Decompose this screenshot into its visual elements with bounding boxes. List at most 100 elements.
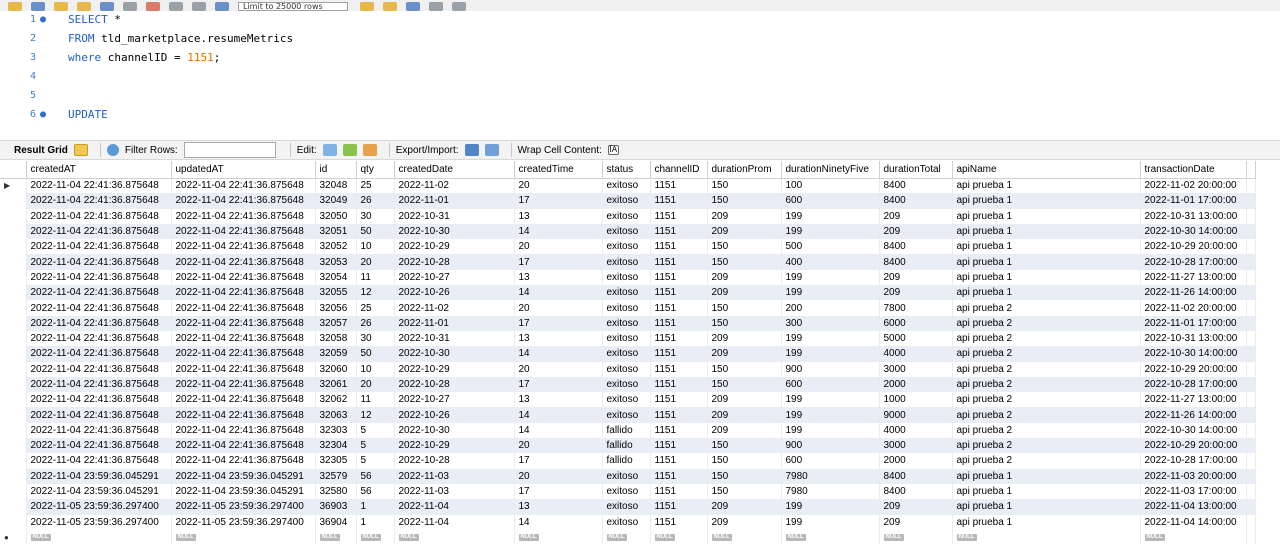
cell-apiName[interactable]: api prueba 1 <box>952 223 1141 240</box>
cell-createdDate[interactable]: 2022-11-03 <box>394 483 515 500</box>
wrap-lines-icon[interactable] <box>452 2 466 11</box>
row-selector[interactable] <box>0 453 27 469</box>
cell-durationProm[interactable]: 150 <box>707 361 782 377</box>
cell-createdAT[interactable]: 2022-11-04 22:41:36.875648 <box>26 193 172 209</box>
cell-qty[interactable]: 50 <box>356 223 395 240</box>
cell-transactionDate[interactable]: 2022-11-01 17:00:00 <box>1140 315 1247 331</box>
cell-id[interactable]: 32303 <box>315 422 357 439</box>
cell-createdTime[interactable]: 20 <box>514 438 603 454</box>
cell-transactionDate[interactable]: NULL <box>1140 529 1247 546</box>
cell-qty[interactable]: 20 <box>356 376 395 393</box>
cell-id[interactable]: 32062 <box>315 392 357 408</box>
cell-createdAT[interactable]: 2022-11-04 22:41:36.875648 <box>26 285 172 301</box>
cell-id[interactable]: 32579 <box>315 468 357 484</box>
table-row[interactable]: 2022-11-05 23:59:36.297400 2022-11-05 23:… <box>0 514 1256 530</box>
beautify-icon[interactable] <box>360 2 374 11</box>
cell-durationTotal[interactable]: 1000 <box>879 392 953 408</box>
filter-rows-input[interactable] <box>183 142 276 158</box>
cell-apiName[interactable]: api prueba 1 <box>952 269 1141 286</box>
column-header-durationNinetyFive[interactable]: durationNinetyFive <box>781 161 880 179</box>
cell-durationNinetyFive[interactable]: 600 <box>781 376 880 393</box>
cell-durationTotal[interactable]: 8400 <box>879 483 953 500</box>
cell-durationProm[interactable]: 209 <box>707 422 782 439</box>
column-header-channelID[interactable]: channelID <box>650 161 708 179</box>
cell-id[interactable]: 32056 <box>315 300 357 316</box>
cell-createdAT[interactable]: 2022-11-04 22:41:36.875648 <box>26 361 172 377</box>
cell-createdTime[interactable]: 14 <box>514 422 603 439</box>
cell-createdDate[interactable]: 2022-10-31 <box>394 330 515 347</box>
cell-createdTime[interactable]: 14 <box>514 407 603 423</box>
cell-createdAT[interactable]: 2022-11-04 22:41:36.875648 <box>26 315 172 331</box>
cell-apiName[interactable]: api prueba 2 <box>952 346 1141 362</box>
cell-createdTime[interactable]: 20 <box>514 361 603 377</box>
cell-durationNinetyFive[interactable]: 199 <box>781 422 880 439</box>
cell-transactionDate[interactable]: 2022-11-02 20:00:00 <box>1140 178 1247 194</box>
row-selector[interactable] <box>0 300 27 316</box>
cell-createdTime[interactable]: NULL <box>514 529 603 546</box>
cell-channelID[interactable]: 1151 <box>650 514 708 530</box>
cell-durationTotal[interactable]: 209 <box>879 514 953 530</box>
code-line[interactable]: 5 <box>0 86 1280 105</box>
cell-apiName[interactable]: api prueba 2 <box>952 330 1141 347</box>
cell-status[interactable]: exitoso <box>602 285 651 301</box>
cell-transactionDate[interactable]: 2022-11-03 20:00:00 <box>1140 468 1247 484</box>
sql-editor[interactable]: 1 ● SELECT * 2 FROM tld_marketplace.resumeMe… <box>0 11 1280 121</box>
cell-durationNinetyFive[interactable]: 7980 <box>781 468 880 484</box>
cell-updatedAT[interactable]: 2022-11-04 22:41:36.875648 <box>171 193 316 209</box>
cell-createdAT[interactable]: 2022-11-04 22:41:36.875648 <box>26 407 172 423</box>
cell-updatedAT[interactable]: 2022-11-05 23:59:36.297400 <box>171 514 316 530</box>
cell-transactionDate[interactable]: 2022-11-27 13:00:00 <box>1140 269 1247 286</box>
cell-apiName[interactable]: api prueba 2 <box>952 315 1141 331</box>
code-line[interactable]: 4 <box>0 67 1280 86</box>
cell-createdAT[interactable]: 2022-11-04 22:41:36.875648 <box>26 300 172 316</box>
table-row[interactable]: 2022-11-04 22:41:36.875648 2022-11-04 22:… <box>0 208 1256 224</box>
row-selector[interactable] <box>0 285 27 301</box>
cell-status[interactable]: exitoso <box>602 514 651 530</box>
cell-qty[interactable]: 26 <box>356 315 395 331</box>
cell-updatedAT[interactable]: 2022-11-04 22:41:36.875648 <box>171 453 316 469</box>
cell-channelID[interactable]: 1151 <box>650 361 708 377</box>
cell-updatedAT[interactable]: 2022-11-04 22:41:36.875648 <box>171 315 316 331</box>
edit-row-icon[interactable] <box>322 144 337 156</box>
cell-channelID[interactable]: 1151 <box>650 285 708 301</box>
cell-durationProm[interactable]: 150 <box>707 178 782 194</box>
cell-createdDate[interactable]: 2022-10-29 <box>394 239 515 255</box>
cell-status[interactable]: exitoso <box>602 254 651 270</box>
cell-apiName[interactable]: api prueba 2 <box>952 300 1141 316</box>
column-header-id[interactable]: id <box>315 161 357 179</box>
row-selector[interactable] <box>0 208 27 224</box>
stop-icon[interactable] <box>123 2 137 11</box>
cell-createdDate[interactable]: 2022-10-31 <box>394 208 515 224</box>
cell-channelID[interactable]: 1151 <box>650 315 708 331</box>
cell-qty[interactable]: 11 <box>356 392 395 408</box>
cell-durationProm[interactable]: 209 <box>707 285 782 301</box>
cell-transactionDate[interactable]: 2022-10-30 14:00:00 <box>1140 422 1247 439</box>
table-row[interactable]: 2022-11-04 22:41:36.875648 2022-11-04 22:… <box>0 269 1256 286</box>
table-row[interactable]: 2022-11-04 22:41:36.875648 2022-11-04 22:… <box>0 285 1256 301</box>
cell-id[interactable]: 32061 <box>315 376 357 393</box>
cell-durationNinetyFive[interactable]: 300 <box>781 315 880 331</box>
cell-createdTime[interactable]: 20 <box>514 178 603 194</box>
cell-channelID[interactable]: 1151 <box>650 239 708 255</box>
cell-qty[interactable]: 56 <box>356 468 395 484</box>
cell-durationTotal[interactable]: 209 <box>879 285 953 301</box>
column-header-qty[interactable]: qty <box>356 161 395 179</box>
table-row[interactable]: 2022-11-04 22:41:36.875648 2022-11-04 22:… <box>0 453 1256 469</box>
cell-apiName[interactable]: api prueba 2 <box>952 407 1141 423</box>
cell-createdDate[interactable]: 2022-11-04 <box>394 499 515 515</box>
cell-apiName[interactable]: api prueba 2 <box>952 438 1141 454</box>
cell-transactionDate[interactable]: 2022-10-29 20:00:00 <box>1140 361 1247 377</box>
cell-updatedAT[interactable]: 2022-11-04 22:41:36.875648 <box>171 346 316 362</box>
cell-durationProm[interactable]: 150 <box>707 376 782 393</box>
export-icon[interactable] <box>464 144 479 156</box>
cell-updatedAT[interactable]: 2022-11-04 22:41:36.875648 <box>171 300 316 316</box>
cell-durationTotal[interactable]: 4000 <box>879 422 953 439</box>
limit-rows-select[interactable]: Limit to 25000 rows <box>238 2 348 11</box>
cell-updatedAT[interactable]: 2022-11-05 23:59:36.297400 <box>171 499 316 515</box>
cell-durationProm[interactable]: 209 <box>707 223 782 240</box>
cell-updatedAT[interactable]: 2022-11-04 22:41:36.875648 <box>171 223 316 240</box>
cell-id[interactable]: 32048 <box>315 178 357 194</box>
cell-durationTotal[interactable]: 209 <box>879 208 953 224</box>
commit-icon[interactable] <box>169 2 183 11</box>
cell-status[interactable]: exitoso <box>602 239 651 255</box>
